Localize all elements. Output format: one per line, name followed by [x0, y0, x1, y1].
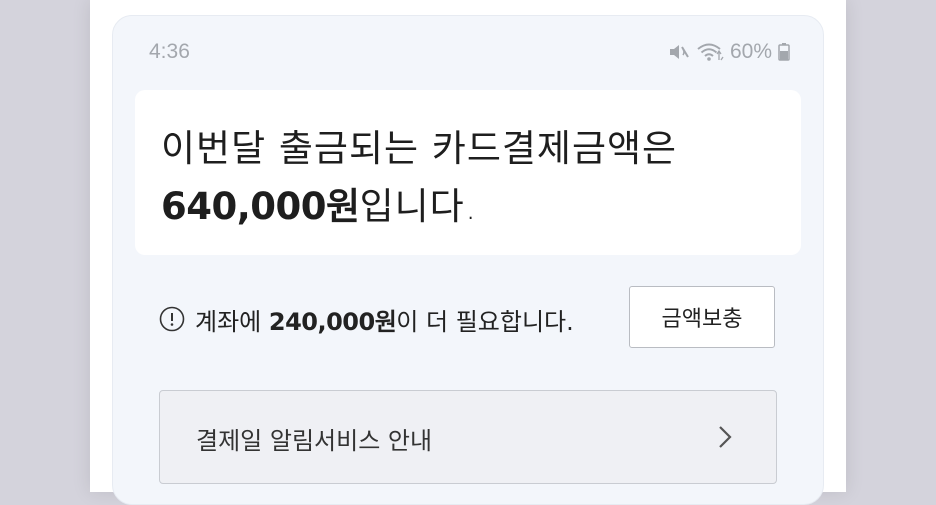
amount-heading: 이번달 출금되는 카드결제금액은 — [161, 127, 678, 170]
payment-amount: 640,000원 — [161, 185, 360, 228]
battery-icon — [778, 42, 790, 62]
alarm-service-link[interactable]: 결제일 알림서비스 안내 — [159, 390, 777, 484]
payment-amount-card: 이번달 출금되는 카드결제금액은 640,000원입니다. — [135, 90, 801, 255]
battery-level: 60% — [729, 40, 772, 63]
info-icon — [159, 306, 185, 332]
alarm-service-label: 결제일 알림서비스 안내 — [196, 427, 433, 455]
wifi-icon — [696, 42, 724, 62]
status-bar: 4:36 60% — [113, 16, 823, 90]
chevron-right-icon — [719, 426, 732, 448]
mute-icon — [668, 42, 690, 62]
status-time: 4:36 — [149, 40, 190, 63]
amount-suffix: 입니다. — [359, 185, 478, 228]
shortfall-amount: 240,000원 — [268, 307, 397, 336]
status-icons: 60% — [668, 40, 790, 64]
topup-button[interactable]: 금액보충 — [629, 286, 775, 348]
shortfall-text: 계좌에 240,000원이 더 필요합니다. — [195, 302, 574, 337]
app-screen: 4:36 60% 이번달 출금되는 카드결제금액은 640,000원입니다. 계… — [112, 15, 824, 505]
shortfall-prefix: 계좌에 — [195, 307, 269, 336]
amount-value-line: 640,000원입니다. — [161, 176, 477, 230]
shortfall-notice: 계좌에 240,000원이 더 필요합니다. — [159, 288, 574, 350]
shortfall-suffix: 이 더 필요합니다. — [396, 307, 574, 336]
